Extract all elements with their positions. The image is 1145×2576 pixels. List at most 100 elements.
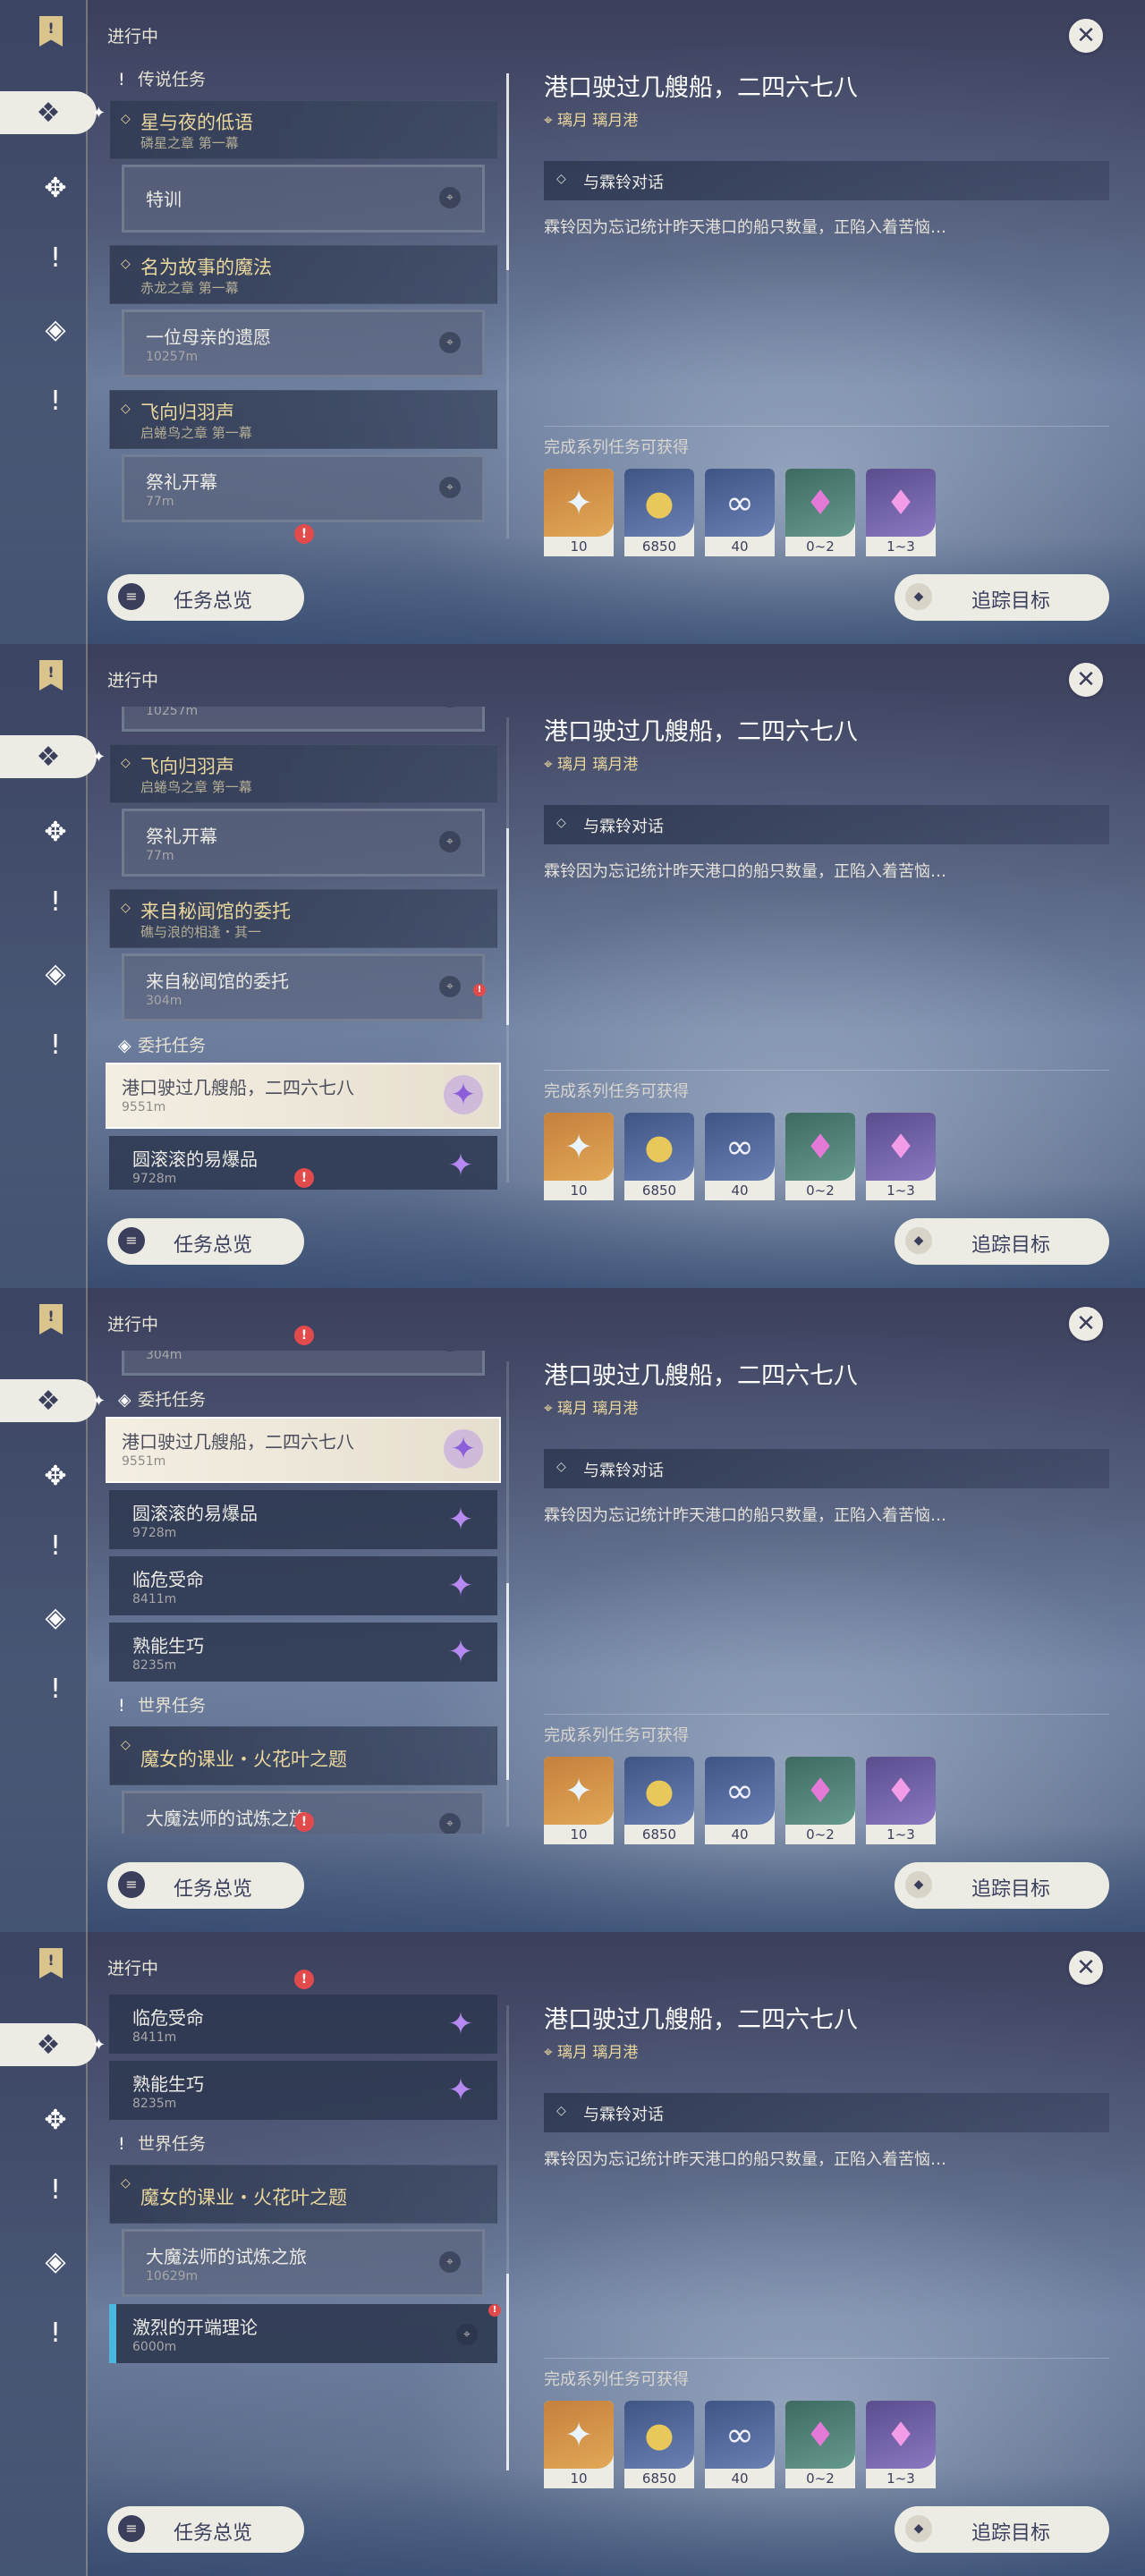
track-button[interactable]: ◆ 追踪目标 (895, 574, 1109, 621)
quest-step[interactable]: 祭礼开幕 77m ⌖ (122, 809, 485, 877)
track-button[interactable]: ◆ 追踪目标 (895, 1862, 1109, 1909)
archon-quests-tab[interactable]: ✥ (34, 166, 77, 209)
quest-header[interactable]: ◇ 名为故事的魔法 赤龙之章 第一幕 (109, 245, 497, 304)
location-pin-icon[interactable]: ⌖ (439, 2251, 461, 2273)
commission-tab[interactable]: ◈ (34, 1596, 77, 1639)
quest-item[interactable]: 激烈的开端理论 6000m ⌖ (109, 2304, 497, 2363)
quest-item-selected[interactable]: ▶ 港口驶过几艘船，二四六七八 9551m ✦ (106, 1417, 501, 1483)
track-button[interactable]: ◆ 追踪目标 (895, 1218, 1109, 1265)
commission-tab[interactable]: ◈ (34, 2240, 77, 2283)
alert-badge-icon: ! (473, 984, 486, 996)
close-button[interactable]: ✕ (1066, 660, 1106, 699)
commission-tab[interactable]: ◈ (34, 952, 77, 995)
quest-bookmark-icon[interactable]: ! (39, 660, 63, 691)
reward-item[interactable]: ● 6850 (624, 1757, 694, 1844)
location-pin-icon[interactable]: ⌖ (439, 332, 461, 353)
scrollbar-thumb[interactable] (506, 828, 509, 1025)
quest-item[interactable]: 临危受命 8411m ✦ (109, 1995, 497, 2054)
quest-overview-button[interactable]: ≡ 任务总览 (107, 1218, 304, 1265)
all-quests-tab[interactable]: ❖ ✦ (0, 735, 106, 778)
quest-item[interactable]: 熟能生巧 8235m ✦ (109, 1623, 497, 1682)
quest-header[interactable]: ◇ 来自秘闻馆的委托 礁与浪的相逢・其一 (109, 889, 497, 948)
quest-header[interactable]: ◇ 魔女的课业・火花叶之题 (109, 1726, 497, 1785)
reward-item[interactable]: ♦ 1~3 (866, 1113, 936, 1200)
quest-step[interactable]: 大魔法师的试炼之旅 10629m ⌖ (122, 2229, 485, 2297)
reward-item[interactable]: ♦ 1~3 (866, 1757, 936, 1844)
all-quests-tab[interactable]: ❖ ✦ (0, 1379, 106, 1422)
quest-overview-button[interactable]: ≡ 任务总览 (107, 2506, 304, 2553)
commission-star-icon: ✦ (447, 1634, 474, 1670)
story-quests-tab[interactable]: ! (34, 2168, 77, 2211)
scrollbar-thumb[interactable] (506, 73, 509, 270)
quest-item[interactable]: 圆滚滚的易爆品 9728m ✦ (109, 1490, 497, 1549)
archon-quests-tab[interactable]: ✥ (34, 2098, 77, 2141)
close-button[interactable]: ✕ (1066, 1304, 1106, 1343)
reward-item[interactable]: ∞ 40 (705, 1757, 775, 1844)
reward-item[interactable]: ♦ 1~3 (866, 469, 936, 556)
story-quests-tab[interactable]: ! (34, 236, 77, 279)
location-pin-icon[interactable]: ⌖ (439, 477, 461, 498)
story-quests-tab[interactable]: ! (34, 880, 77, 923)
archon-quests-tab[interactable]: ✥ (34, 1454, 77, 1497)
exclamation-icon: ! (49, 242, 62, 274)
location-pin-icon[interactable]: ⌖ (439, 1813, 461, 1834)
reward-item[interactable]: ♦ 0~2 (785, 2401, 855, 2488)
close-button[interactable]: ✕ (1066, 1948, 1106, 1987)
quest-header[interactable]: ◇ 飞向归羽声 启蜷鸟之章 第一幕 (109, 390, 497, 449)
quest-title: 熟能生巧 (132, 1635, 204, 1657)
quest-step[interactable]: 一位母亲的遗愿 10257m ⌖ (122, 707, 485, 732)
reward-item[interactable]: ∞ 40 (705, 469, 775, 556)
scrollbar-thumb[interactable] (506, 1583, 509, 1780)
reward-item[interactable]: ∞ 40 (705, 2401, 775, 2488)
quest-header[interactable]: ◇ 飞向归羽声 启蜷鸟之章 第一幕 (109, 744, 497, 803)
track-button[interactable]: ◆ 追踪目标 (895, 2506, 1109, 2553)
quest-step[interactable]: 来自秘闻馆的委托 304m ⌖ (122, 953, 485, 1021)
reward-item[interactable]: ♦ 0~2 (785, 469, 855, 556)
all-quests-tab[interactable]: ❖ ✦ (0, 2023, 106, 2066)
close-button[interactable]: ✕ (1066, 16, 1106, 55)
quest-item[interactable]: 熟能生巧 8235m ✦ (109, 2061, 497, 2120)
quest-overview-button[interactable]: ≡ 任务总览 (107, 574, 304, 621)
scrollbar-thumb[interactable] (506, 2274, 509, 2470)
reward-item[interactable]: ∞ 40 (705, 1113, 775, 1200)
world-quests-tab[interactable]: ! (34, 1023, 77, 1066)
reward-item[interactable]: ✦ 10 (544, 2401, 614, 2488)
location-pin-icon[interactable]: ⌖ (439, 707, 461, 708)
location-pin-icon[interactable]: ⌖ (439, 1351, 461, 1352)
reward-item[interactable]: ✦ 10 (544, 469, 614, 556)
reward-item[interactable]: ● 6850 (624, 469, 694, 556)
commission-tab[interactable]: ◈ (34, 308, 77, 351)
reward-item[interactable]: ✦ 10 (544, 1757, 614, 1844)
reward-item[interactable]: ✦ 10 (544, 1113, 614, 1200)
quest-item-selected[interactable]: ▶ 港口驶过几艘船，二四六七八 9551m ✦ (106, 1063, 501, 1129)
reward-item[interactable]: ♦ 0~2 (785, 1113, 855, 1200)
quest-step[interactable]: 祭礼开幕 77m ⌖ (122, 454, 485, 522)
location-pin-icon[interactable]: ⌖ (439, 976, 461, 997)
all-quests-tab[interactable]: ❖ ✦ (0, 91, 106, 134)
world-quests-tab[interactable]: ! (34, 1667, 77, 1710)
quest-overview-button[interactable]: ≡ 任务总览 (107, 1862, 304, 1909)
reward-qty: 6850 (641, 2470, 677, 2487)
location-pin-icon[interactable]: ⌖ (439, 187, 461, 208)
story-quests-tab[interactable]: ! (34, 1524, 77, 1567)
quest-step[interactable]: 一位母亲的遗愿 10257m ⌖ (122, 309, 485, 377)
quest-header[interactable]: ◇ 星与夜的低语 磷星之章 第一幕 (109, 100, 497, 159)
quest-step[interactable]: 特训 ⌖ (122, 165, 485, 233)
quest-header[interactable]: ◇ 魔女的课业・火花叶之题 (109, 2165, 497, 2224)
diamond-icon: ◇ (556, 172, 566, 186)
reward-item[interactable]: ♦ 0~2 (785, 1757, 855, 1844)
location-pin-icon[interactable]: ⌖ (456, 2324, 478, 2345)
world-quests-tab[interactable]: ! (34, 379, 77, 422)
reward-item[interactable]: ♦ 1~3 (866, 2401, 936, 2488)
quest-bookmark-icon[interactable]: ! (39, 1304, 63, 1335)
world-quests-tab[interactable]: ! (34, 2311, 77, 2354)
reward-item[interactable]: ● 6850 (624, 2401, 694, 2488)
quest-bookmark-icon[interactable]: ! (39, 1948, 63, 1979)
quest-item[interactable]: 临危受命 8411m ✦ (109, 1556, 497, 1615)
quest-bookmark-icon[interactable]: ! (39, 16, 63, 47)
step-title: 祭礼开幕 (146, 471, 217, 493)
quest-step[interactable]: 来自秘闻馆的委托 304m ⌖ (122, 1351, 485, 1376)
reward-item[interactable]: ● 6850 (624, 1113, 694, 1200)
location-pin-icon[interactable]: ⌖ (439, 831, 461, 852)
archon-quests-tab[interactable]: ✥ (34, 810, 77, 853)
